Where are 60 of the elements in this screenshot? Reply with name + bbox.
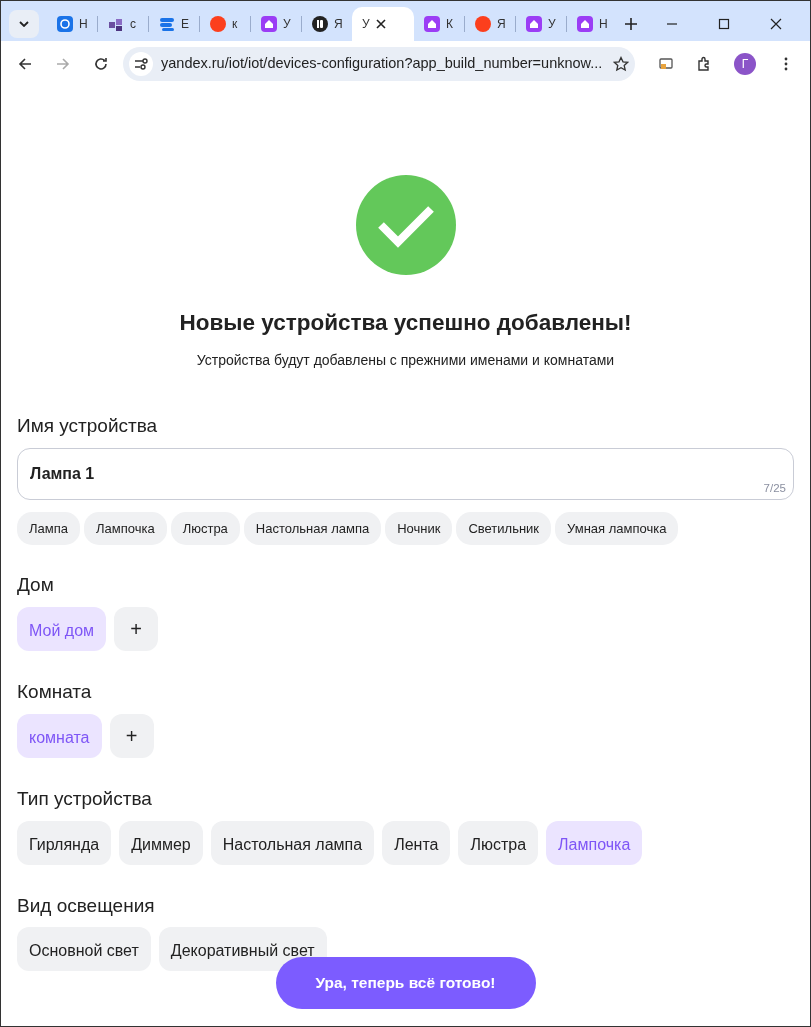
- home-icon: [526, 16, 542, 32]
- home-icon: [424, 16, 440, 32]
- success-title: Новые устройства успешно добавлены!: [179, 309, 632, 336]
- suggestion-chip[interactable]: Ночник: [385, 511, 453, 546]
- home-icon: [261, 16, 277, 32]
- suggestion-chip[interactable]: Лампочка: [83, 511, 167, 546]
- home-icon: [577, 16, 593, 32]
- browser-tab[interactable]: к: [200, 7, 250, 41]
- browser-tab[interactable]: Е: [149, 7, 199, 41]
- suggestion-chip[interactable]: Настольная лампа: [243, 511, 382, 546]
- browser-tab[interactable]: К: [414, 7, 464, 41]
- section-heading: Комната: [17, 681, 93, 704]
- circle-icon: [210, 16, 226, 32]
- address-bar[interactable]: yandex.ru/iot/iot/devices-configuration?app_build_number=unknow...: [123, 47, 636, 81]
- option-button[interactable]: Мой дом: [17, 607, 107, 652]
- section-heading: Имя устройства: [17, 415, 159, 438]
- browser-tab[interactable]: с: [98, 7, 148, 41]
- suggestion-chip[interactable]: Умная лампочка: [555, 511, 679, 546]
- caret-icon: [19, 21, 29, 27]
- site-settings-icon[interactable]: [129, 52, 153, 76]
- add-button[interactable]: +: [109, 713, 154, 758]
- suggestion-chip[interactable]: Светильник: [456, 511, 552, 546]
- circle-icon: [475, 16, 491, 32]
- tab-list-button[interactable]: [9, 10, 39, 38]
- mail-icon: [57, 16, 73, 32]
- option-button[interactable]: Лента: [382, 820, 451, 865]
- section-heading: Вид освещения: [17, 894, 156, 918]
- option-button[interactable]: Диммер: [119, 820, 203, 865]
- new-tab-icon[interactable]: [625, 18, 637, 30]
- checkmark-icon: [355, 175, 456, 275]
- option-button[interactable]: Декоративный свет: [158, 927, 327, 972]
- suggestion-chip[interactable]: Лампа: [17, 511, 80, 546]
- character-counter: 7/25: [763, 480, 786, 496]
- option-button[interactable]: комната: [17, 713, 102, 758]
- section-heading: Тип устройства: [17, 787, 153, 811]
- browser-tab[interactable]: Н: [567, 7, 617, 41]
- option-button[interactable]: Настольная лампа: [210, 820, 375, 865]
- add-button[interactable]: +: [114, 607, 159, 652]
- star-icon[interactable]: [613, 56, 630, 72]
- url-text: yandex.ru/iot/iot/devices-configuration?app_build_number=unknow...: [161, 54, 604, 74]
- stack-icon: [159, 16, 175, 32]
- browser-tab[interactable]: У: [251, 7, 301, 41]
- browser-tab[interactable]: Я: [465, 7, 515, 41]
- browser-tab[interactable]: У: [516, 7, 566, 41]
- browser-tab[interactable]: У: [352, 7, 414, 41]
- maximize-icon[interactable]: [718, 18, 730, 30]
- success-subtitle: Устройства будут добавлены с прежними именами и комнатами: [196, 351, 615, 370]
- browser-tab[interactable]: Я: [302, 7, 352, 41]
- option-button[interactable]: Люстра: [458, 820, 539, 865]
- profile-avatar[interactable]: Г: [734, 53, 756, 75]
- suggestion-chip[interactable]: Люстра: [170, 511, 240, 546]
- option-button[interactable]: Основной свет: [17, 927, 151, 972]
- option-button[interactable]: Гирлянда: [17, 820, 112, 865]
- close-icon[interactable]: [375, 19, 386, 29]
- cubes-icon: [108, 16, 124, 32]
- browser-tab[interactable]: Н: [47, 7, 97, 41]
- close-icon[interactable]: [770, 18, 782, 30]
- done-button[interactable]: Ура, теперь всё готово!: [275, 957, 536, 1009]
- option-button[interactable]: Лампочка: [546, 820, 643, 865]
- section-heading: Дом: [17, 574, 55, 598]
